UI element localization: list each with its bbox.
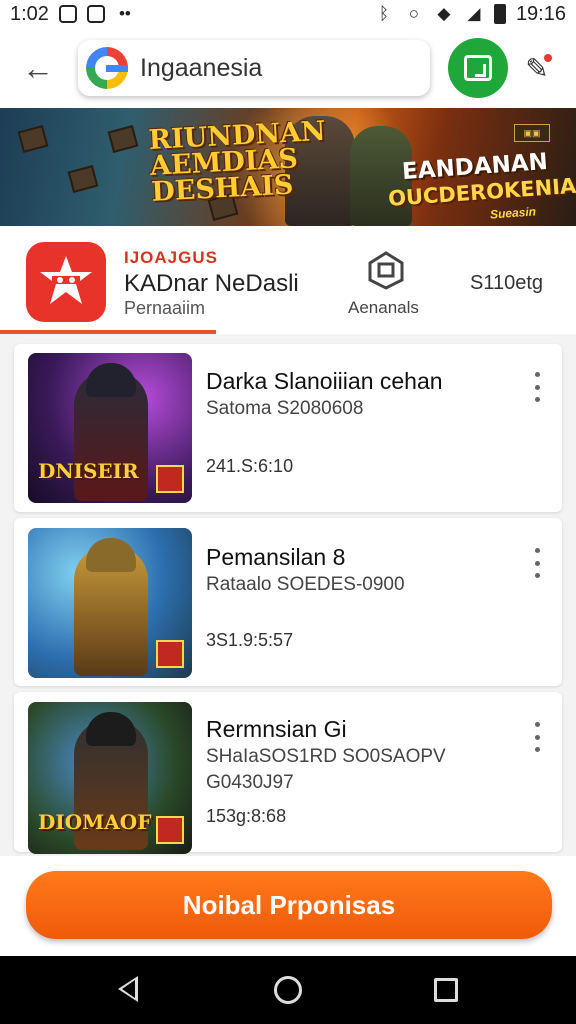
messenger-icon: [86, 5, 105, 23]
game-meta: 3S1.9:5:57: [206, 630, 294, 650]
search-input[interactable]: Ingaanesia: [78, 40, 430, 96]
alarm-icon: ○: [408, 4, 420, 23]
back-arrow-icon[interactable]: ←: [22, 50, 54, 86]
overflow-menu-icon[interactable]: [528, 722, 546, 752]
app-icon[interactable]: [26, 242, 106, 322]
store-icon: [464, 55, 492, 81]
game-subtitle-secondary: G0430J97: [206, 772, 294, 793]
overflow-menu-icon[interactable]: [528, 372, 546, 402]
google-icon: [86, 47, 128, 89]
list-item[interactable]: Pemansilan 8 Rataalo SOEDES-0900 3S1.9:5…: [14, 518, 562, 686]
game-subtitle: Rataalo SOEDES-0900: [206, 574, 405, 595]
publisher-logo-icon: [156, 640, 184, 668]
game-title: Rermnsian Gi: [206, 716, 347, 742]
game-title: Darka Slanoiiian cehan: [206, 368, 443, 394]
bluetooth-icon: ᛒ: [378, 4, 390, 23]
store-button[interactable]: [448, 38, 508, 98]
app-name: KADnar NeDasli: [124, 270, 299, 297]
nav-back-icon[interactable]: [118, 976, 138, 1002]
signal-icon: ◢: [467, 4, 481, 23]
wifi-icon: ◆: [437, 4, 451, 23]
search-query: Ingaanesia: [140, 53, 263, 82]
screen: 1:02 •• ᛒ ○ ◆ ◢ 19:16 ← Ingaanesia ✎ RIU…: [0, 0, 576, 1024]
game-subtitle: Satoma S2080608: [206, 398, 364, 419]
status-bar: 1:02 •• ᛒ ○ ◆ ◢ 19:16: [0, 0, 576, 28]
bottom-action-area: Noibal Prponisas: [0, 856, 576, 956]
list-item[interactable]: DNISEIR Darka Slanoiiian cehan Satoma S2…: [14, 344, 562, 512]
game-thumbnail: DNISEIR: [28, 353, 192, 503]
nav-home-icon[interactable]: [274, 976, 302, 1004]
thumbnail-label: DNISEIR: [38, 459, 139, 483]
banner-badge: ▣▣: [514, 124, 550, 142]
app-header: IJOAJGUS KADnar NeDasli Pernaaiim Aenana…: [0, 226, 576, 334]
primary-action-button[interactable]: Noibal Prponisas: [26, 871, 552, 939]
tools-icon[interactable]: ✎: [520, 52, 554, 86]
app-bar: ← Ingaanesia ✎: [0, 28, 576, 108]
list-item[interactable]: DIOMAOF Rermnsian Gi SHaIaSOS1RD SO0SAOP…: [14, 692, 562, 854]
app-developer-tag: IJOAJGUS: [124, 248, 218, 267]
promo-banner[interactable]: RIUNDNAN AEMDIAS DESHAIS ▣▣ EANDANAN OUC…: [0, 108, 576, 226]
game-title: Pemansilan 8: [206, 544, 346, 570]
notification-icon: [58, 5, 77, 23]
game-meta: 241.S:6:10: [206, 456, 294, 476]
game-thumbnail: [28, 528, 192, 678]
game-thumbnail: DIOMAOF: [28, 702, 192, 854]
nav-recents-icon[interactable]: [434, 978, 458, 1002]
status-time: 1:02: [10, 2, 49, 25]
battery-icon: [493, 4, 506, 24]
game-meta: 153g:8:68: [206, 806, 287, 826]
banner-right-tag: Sueasin: [489, 204, 537, 222]
banner-title: RIUNDNAN AEMDIAS DESHAIS: [147, 115, 327, 208]
game-subtitle: SHaIaSOS1RD SO0SAOPV: [206, 746, 446, 767]
publisher-logo-icon: [156, 465, 184, 493]
ninja-mask-icon: [40, 256, 92, 304]
tab-indicator: [0, 330, 216, 334]
downloads-label: Aenanals: [348, 298, 419, 317]
overflow-menu-icon[interactable]: [528, 548, 546, 578]
more-notifications-icon: ••: [118, 4, 131, 23]
thumbnail-label: DIOMAOF: [38, 810, 152, 834]
status-clock: 19:16: [515, 2, 566, 25]
download-icon: [368, 251, 404, 290]
size-label: S110etg: [470, 272, 544, 294]
publisher-logo-icon: [156, 816, 184, 844]
system-nav-bar: [0, 956, 576, 1024]
app-subtitle: Pernaaiim: [124, 298, 206, 318]
